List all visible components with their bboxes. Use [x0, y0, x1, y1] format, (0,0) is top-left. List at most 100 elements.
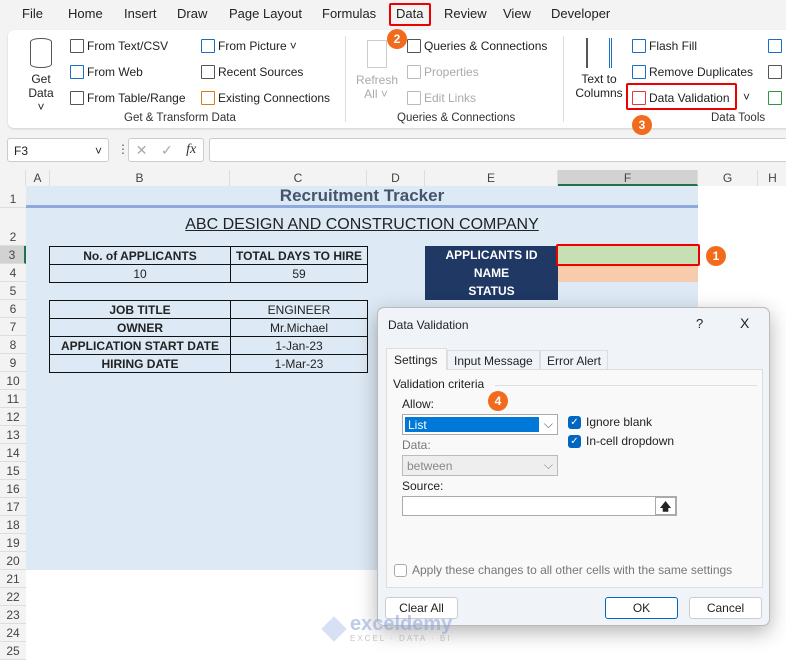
remove-duplicates-button[interactable]: Remove Duplicates [632, 65, 753, 79]
in-cell-dropdown-checkbox[interactable]: ✓ In-cell dropdown [568, 434, 674, 448]
source-input[interactable] [402, 496, 677, 516]
row-header-11[interactable]: 11 [0, 390, 26, 408]
from-table-range-button[interactable]: From Table/Range [70, 91, 186, 105]
row-header-22[interactable]: 22 [0, 588, 26, 606]
value-job-title[interactable]: ENGINEER [230, 300, 368, 319]
row-header-19[interactable]: 19 [0, 534, 26, 552]
label-applicants-id[interactable]: APPLICANTS ID [425, 248, 558, 262]
label-hiring-date[interactable]: HIRING DATE [49, 354, 231, 373]
cancel-button[interactable]: Cancel [689, 597, 762, 619]
label-start-date[interactable]: APPLICATION START DATE [49, 336, 231, 355]
row-header-4[interactable]: 4 [0, 264, 26, 282]
get-data-button[interactable]: Get Data ˅ [24, 72, 58, 114]
ignore-blank-checkbox[interactable]: ✓ Ignore blank [568, 415, 652, 429]
tab-input-message[interactable]: Input Message [447, 350, 540, 369]
help-button[interactable]: ? [696, 316, 703, 331]
value-days-to-hire[interactable]: 59 [230, 264, 368, 283]
col-header-h[interactable]: H [758, 170, 786, 186]
menu-insert[interactable]: Insert [124, 6, 157, 21]
col-header-a[interactable]: A [26, 170, 50, 186]
data-model-icon[interactable] [768, 91, 782, 105]
menu-home[interactable]: Home [68, 6, 103, 21]
close-button[interactable]: X [740, 315, 749, 331]
row-header-20[interactable]: 20 [0, 552, 26, 570]
row-header-2[interactable]: 2 [0, 208, 26, 246]
row-header-15[interactable]: 15 [0, 462, 26, 480]
row-header-6[interactable]: 6 [0, 300, 26, 318]
menu-page-layout[interactable]: Page Layout [229, 6, 302, 21]
menu-developer[interactable]: Developer [551, 6, 610, 21]
value-applicants[interactable]: 10 [49, 264, 231, 283]
header-applicants[interactable]: No. of APPLICANTS [49, 246, 231, 265]
cell-f4[interactable] [558, 264, 698, 282]
watermark-name: exceldemy [350, 613, 453, 635]
consolidate-icon[interactable] [768, 39, 782, 53]
row-header-14[interactable]: 14 [0, 444, 26, 462]
tab-error-alert[interactable]: Error Alert [540, 350, 608, 369]
row-header-24[interactable]: 24 [0, 624, 26, 642]
group-get-transform: Get & Transform Data [124, 112, 236, 124]
row-header-1[interactable]: 1 [0, 186, 26, 208]
from-web-button[interactable]: From Web [70, 65, 143, 79]
value-start-date[interactable]: 1-Jan-23 [230, 336, 368, 355]
select-all[interactable] [0, 170, 26, 186]
apply-all-checkbox[interactable]: Apply these changes to all other cells w… [394, 563, 732, 577]
enter-icon[interactable]: ✓ [161, 142, 173, 159]
cancel-icon[interactable]: ✕ [136, 142, 148, 159]
row-header-9[interactable]: 9 [0, 354, 26, 372]
label-owner[interactable]: OWNER [49, 318, 231, 337]
flash-fill-button[interactable]: Flash Fill [632, 39, 697, 53]
row-header-23[interactable]: 23 [0, 606, 26, 624]
row-header-5[interactable]: 5 [0, 282, 26, 300]
text-to-columns-button[interactable]: Text to Columns [574, 72, 624, 100]
from-picture-button[interactable]: From Picture ˅ [201, 39, 297, 53]
row-header-13[interactable]: 13 [0, 426, 26, 444]
ok-button[interactable]: OK [605, 597, 678, 619]
menu-draw[interactable]: Draw [177, 6, 207, 21]
row-header-8[interactable]: 8 [0, 336, 26, 354]
row-header-16[interactable]: 16 [0, 480, 26, 498]
formula-input[interactable] [209, 138, 786, 162]
label-job-title[interactable]: JOB TITLE [49, 300, 231, 319]
row-header-17[interactable]: 17 [0, 498, 26, 516]
row-header-7[interactable]: 7 [0, 318, 26, 336]
row-header-18[interactable]: 18 [0, 516, 26, 534]
menu-review[interactable]: Review [444, 6, 487, 21]
properties-button[interactable]: Properties [407, 65, 479, 79]
dialog-title: Data Validation [388, 318, 469, 332]
col-header-g[interactable]: G [698, 170, 758, 186]
label-name[interactable]: NAME [425, 266, 558, 280]
allow-select[interactable]: List ⌵ [402, 414, 558, 435]
recent-sources-button[interactable]: Recent Sources [201, 65, 303, 79]
menu-view[interactable]: View [503, 6, 531, 21]
value-hiring-date[interactable]: 1-Mar-23 [230, 354, 368, 373]
value-owner[interactable]: Mr.Michael [230, 318, 368, 337]
refresh-all-button[interactable]: Refresh All ˅ [356, 73, 398, 101]
collapse-dialog-button[interactable]: 🡅 [655, 497, 676, 515]
row-header-10[interactable]: 10 [0, 372, 26, 390]
data-select[interactable]: between ⌵ [402, 455, 558, 476]
col-header-e[interactable]: E [425, 170, 558, 186]
col-header-c[interactable]: C [230, 170, 367, 186]
col-header-b[interactable]: B [50, 170, 230, 186]
col-header-f[interactable]: F [558, 170, 698, 186]
row-header-12[interactable]: 12 [0, 408, 26, 426]
from-text-csv-button[interactable]: From Text/CSV [70, 39, 168, 53]
existing-connections-button[interactable]: Existing Connections [201, 91, 330, 105]
data-validation-dropdown[interactable]: ˅ [743, 90, 750, 104]
header-days-to-hire[interactable]: TOTAL DAYS TO HIRE [230, 246, 368, 265]
col-header-d[interactable]: D [367, 170, 425, 186]
tab-settings[interactable]: Settings [386, 348, 447, 370]
menu-formulas[interactable]: Formulas [322, 6, 376, 21]
row-header-21[interactable]: 21 [0, 570, 26, 588]
menu-file[interactable]: File [22, 6, 43, 21]
relationships-icon[interactable] [768, 65, 782, 79]
name-box[interactable]: F3 ˅ [7, 138, 109, 162]
label-status[interactable]: STATUS [425, 284, 558, 298]
edit-links-button[interactable]: Edit Links [407, 91, 476, 105]
row-header-3[interactable]: 3 [0, 246, 26, 264]
insert-function-button[interactable]: fx [186, 142, 196, 158]
step-badge-3: 3 [632, 115, 652, 135]
row-header-25[interactable]: 25 [0, 642, 26, 660]
queries-connections-button[interactable]: Queries & Connections [407, 39, 547, 53]
